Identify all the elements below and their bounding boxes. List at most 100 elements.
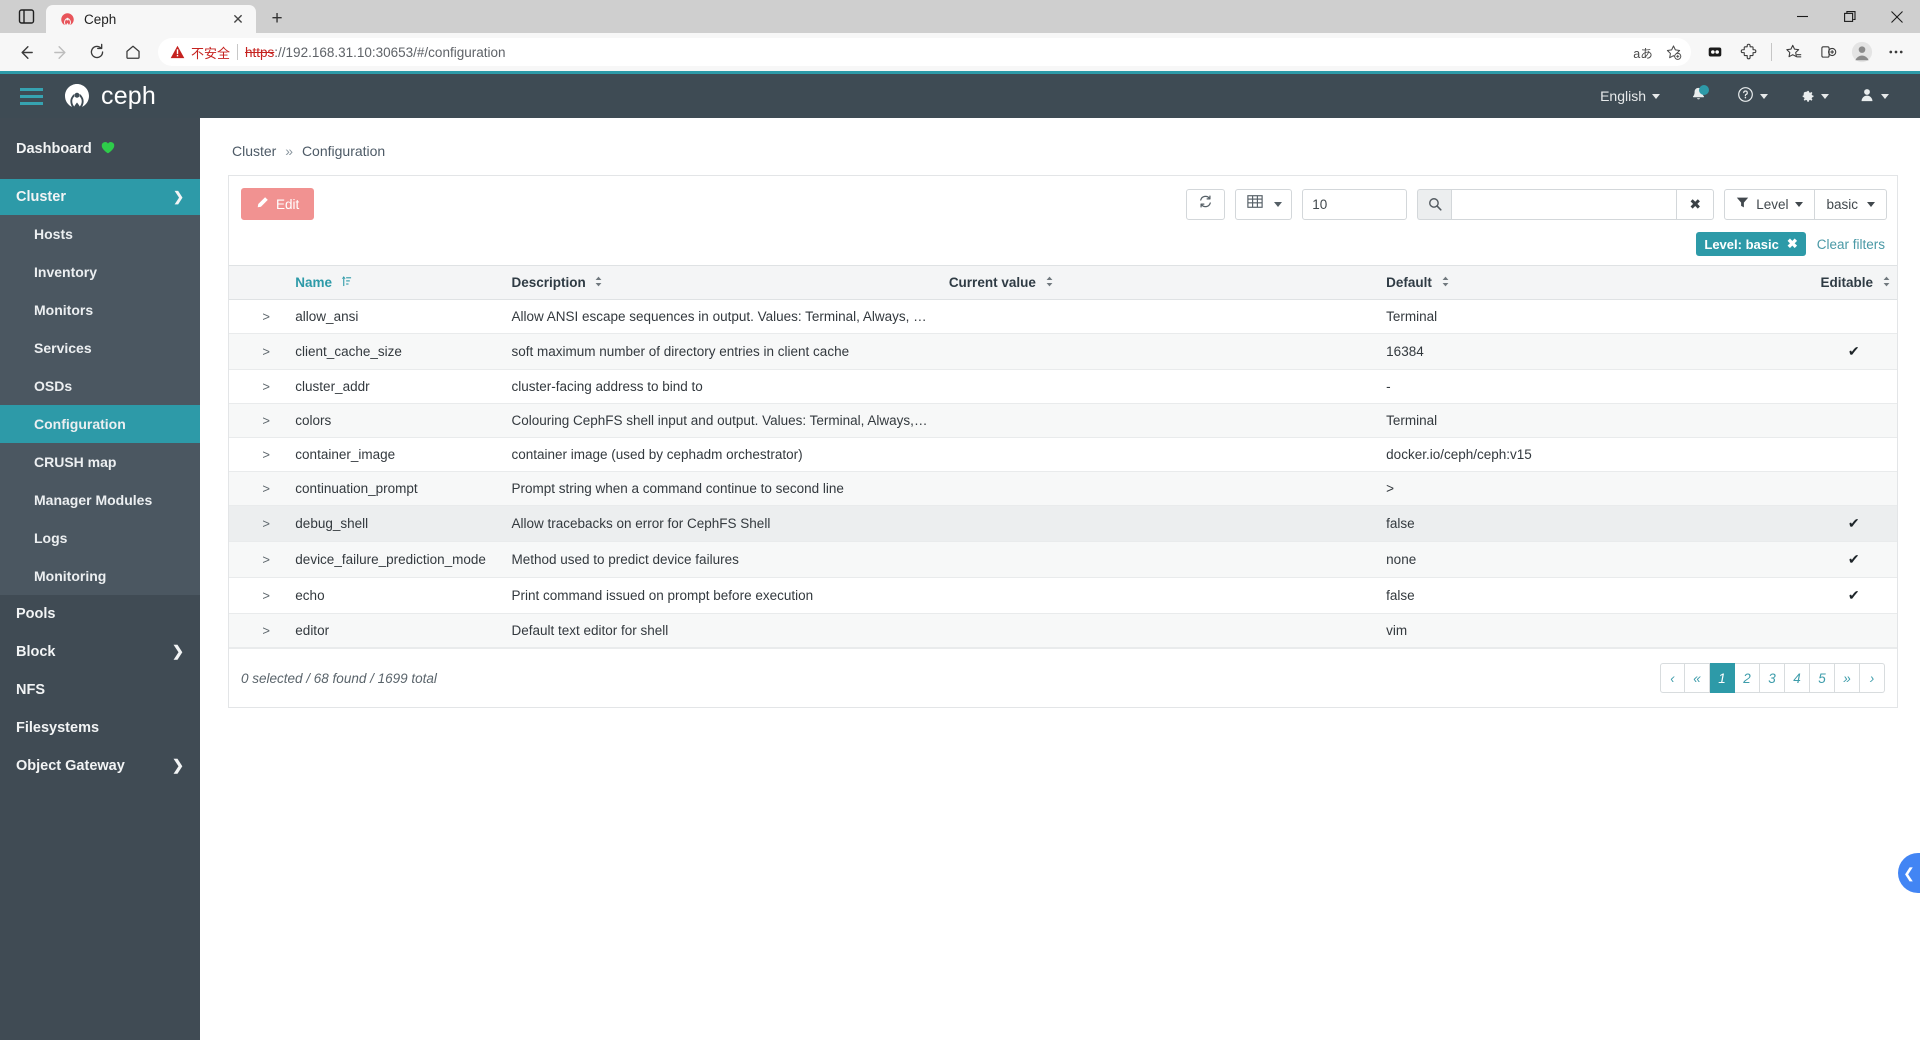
close-icon[interactable] xyxy=(1873,0,1920,33)
row-expand-toggle[interactable]: > xyxy=(247,541,286,578)
collections-icon[interactable] xyxy=(1699,36,1731,68)
page-button[interactable]: 4 xyxy=(1785,663,1810,693)
maximize-icon[interactable] xyxy=(1826,0,1873,33)
page-button[interactable]: › xyxy=(1860,663,1885,693)
row-expand-toggle[interactable]: > xyxy=(247,505,286,542)
address-bar[interactable]: 不安全 https://192.168.31.10:30653/#/config… xyxy=(158,38,1691,66)
page-button[interactable]: 2 xyxy=(1735,663,1760,693)
page-button[interactable]: 1 xyxy=(1710,663,1735,693)
filter-chip-level[interactable]: Level: basic ✖ xyxy=(1696,232,1806,256)
new-tab-button[interactable]: + xyxy=(260,5,294,33)
remove-chip-icon[interactable]: ✖ xyxy=(1787,236,1798,252)
sidebar-item-hosts[interactable]: Hosts xyxy=(0,215,200,253)
sidebar-item-filesystems[interactable]: Filesystems xyxy=(0,709,200,747)
column-selector-button[interactable] xyxy=(1235,188,1293,220)
add-favorite-star-icon[interactable] xyxy=(1659,39,1687,65)
chevron-down-icon xyxy=(1821,93,1829,99)
page-limit-input[interactable]: 10 xyxy=(1302,188,1408,220)
search-input[interactable] xyxy=(1451,188,1677,220)
reload-icon[interactable] xyxy=(80,36,114,68)
table-row[interactable]: > allow_ansi Allow ANSI escape sequences i… xyxy=(229,299,1897,334)
browser-toolbar: 不安全 https://192.168.31.10:30653/#/config… xyxy=(0,33,1920,71)
page-button[interactable]: ‹ xyxy=(1660,663,1685,693)
sidebar: Dashboard Cluster ❯ Hosts Inventory Moni… xyxy=(0,118,200,1040)
row-expand-toggle[interactable]: > xyxy=(247,471,286,506)
sidebar-item-monitors[interactable]: Monitors xyxy=(0,291,200,329)
notifications-button[interactable] xyxy=(1677,78,1720,114)
sidebar-item-manager-modules[interactable]: Manager Modules xyxy=(0,481,200,519)
hamburger-menu-icon[interactable] xyxy=(0,74,62,118)
breadcrumb-root[interactable]: Cluster xyxy=(232,143,276,159)
tab-sidebar-icon[interactable] xyxy=(6,0,46,33)
notification-badge xyxy=(1699,85,1709,95)
row-expand-toggle[interactable]: > xyxy=(247,613,286,648)
header-current-value[interactable]: Current value xyxy=(938,265,1377,300)
row-expand-toggle[interactable]: > xyxy=(247,403,286,438)
security-status[interactable]: 不安全 xyxy=(170,43,230,62)
browser-tab[interactable]: Ceph ✕ xyxy=(46,5,256,33)
level-value-dropdown[interactable]: basic xyxy=(1815,188,1887,220)
sidebar-item-osds[interactable]: OSDs xyxy=(0,367,200,405)
back-arrow-icon[interactable] xyxy=(8,36,42,68)
sidebar-item-services[interactable]: Services xyxy=(0,329,200,367)
split-screen-icon[interactable] xyxy=(1812,36,1844,68)
header-description[interactable]: Description xyxy=(501,265,939,300)
row-expand-toggle[interactable]: > xyxy=(247,369,286,404)
profile-icon[interactable] xyxy=(1846,36,1878,68)
cell-editable xyxy=(1810,299,1897,334)
row-expand-toggle[interactable]: > xyxy=(247,299,286,334)
row-select-cell xyxy=(229,299,248,334)
home-icon[interactable] xyxy=(116,36,150,68)
row-expand-toggle[interactable]: > xyxy=(247,577,286,614)
favorites-icon[interactable] xyxy=(1778,36,1810,68)
header-default[interactable]: Default xyxy=(1376,265,1811,300)
cell-current-value xyxy=(938,369,1377,404)
table-row[interactable]: > debug_shell Allow tracebacks on error fo… xyxy=(229,505,1897,542)
sidebar-item-nfs[interactable]: NFS xyxy=(0,671,200,709)
row-expand-toggle[interactable]: > xyxy=(247,437,286,472)
table-row[interactable]: > device_failure_prediction_mode Method us… xyxy=(229,541,1897,578)
cell-editable: ✔ xyxy=(1810,577,1897,614)
row-expand-toggle[interactable]: > xyxy=(247,333,286,370)
page-button[interactable]: » xyxy=(1835,663,1860,693)
table-row[interactable]: > echo Print command issued on prompt befo… xyxy=(229,577,1897,614)
ceph-mark-icon xyxy=(65,84,89,107)
sidebar-item-inventory[interactable]: Inventory xyxy=(0,253,200,291)
sidebar-item-configuration[interactable]: Configuration xyxy=(0,405,200,443)
translate-icon[interactable]: aあ xyxy=(1629,39,1657,65)
level-filter-button[interactable]: Level xyxy=(1724,188,1816,220)
refresh-button[interactable] xyxy=(1186,188,1226,220)
omnibox-divider xyxy=(237,44,239,60)
sidebar-item-cluster[interactable]: Cluster ❯ xyxy=(0,179,200,215)
header-name[interactable]: Name xyxy=(285,265,502,300)
minimize-icon[interactable] xyxy=(1779,0,1826,33)
edit-button[interactable]: Edit xyxy=(241,188,315,220)
table-row[interactable]: > container_image container image (used by… xyxy=(229,437,1897,472)
table-row[interactable]: > cluster_addr cluster-facing address to b… xyxy=(229,369,1897,404)
settings-more-icon[interactable] xyxy=(1880,36,1912,68)
user-menu[interactable] xyxy=(1846,79,1902,114)
settings-menu[interactable] xyxy=(1785,78,1842,114)
extensions-icon[interactable] xyxy=(1733,36,1765,68)
clear-icon[interactable]: ✖ xyxy=(1676,188,1715,220)
sidebar-item-pools[interactable]: Pools xyxy=(0,595,200,633)
sidebar-item-object-gateway[interactable]: Object Gateway ❯ xyxy=(0,747,200,785)
sidebar-item-monitoring[interactable]: Monitoring xyxy=(0,557,200,595)
page-button[interactable]: 3 xyxy=(1760,663,1785,693)
ceph-logo[interactable]: ceph xyxy=(62,81,156,111)
table-row[interactable]: > client_cache_size soft maximum number of… xyxy=(229,333,1897,370)
table-row[interactable]: > continuation_prompt Prompt string when a… xyxy=(229,471,1897,506)
page-button[interactable]: « xyxy=(1685,663,1710,693)
sidebar-item-block[interactable]: Block ❯ xyxy=(0,633,200,671)
language-selector[interactable]: English xyxy=(1587,80,1673,112)
close-icon[interactable]: ✕ xyxy=(228,9,248,29)
table-row[interactable]: > colors Colouring CephFS shell input and … xyxy=(229,403,1897,438)
help-menu[interactable] xyxy=(1724,78,1781,114)
clear-filters-link[interactable]: Clear filters xyxy=(1817,237,1885,252)
sidebar-item-logs[interactable]: Logs xyxy=(0,519,200,557)
page-button[interactable]: 5 xyxy=(1810,663,1835,693)
header-editable[interactable]: Editable xyxy=(1810,265,1897,300)
sidebar-item-crush-map[interactable]: CRUSH map xyxy=(0,443,200,481)
table-row[interactable]: > editor Default text editor for shell vim xyxy=(229,613,1897,648)
sidebar-item-dashboard[interactable]: Dashboard xyxy=(0,131,200,167)
